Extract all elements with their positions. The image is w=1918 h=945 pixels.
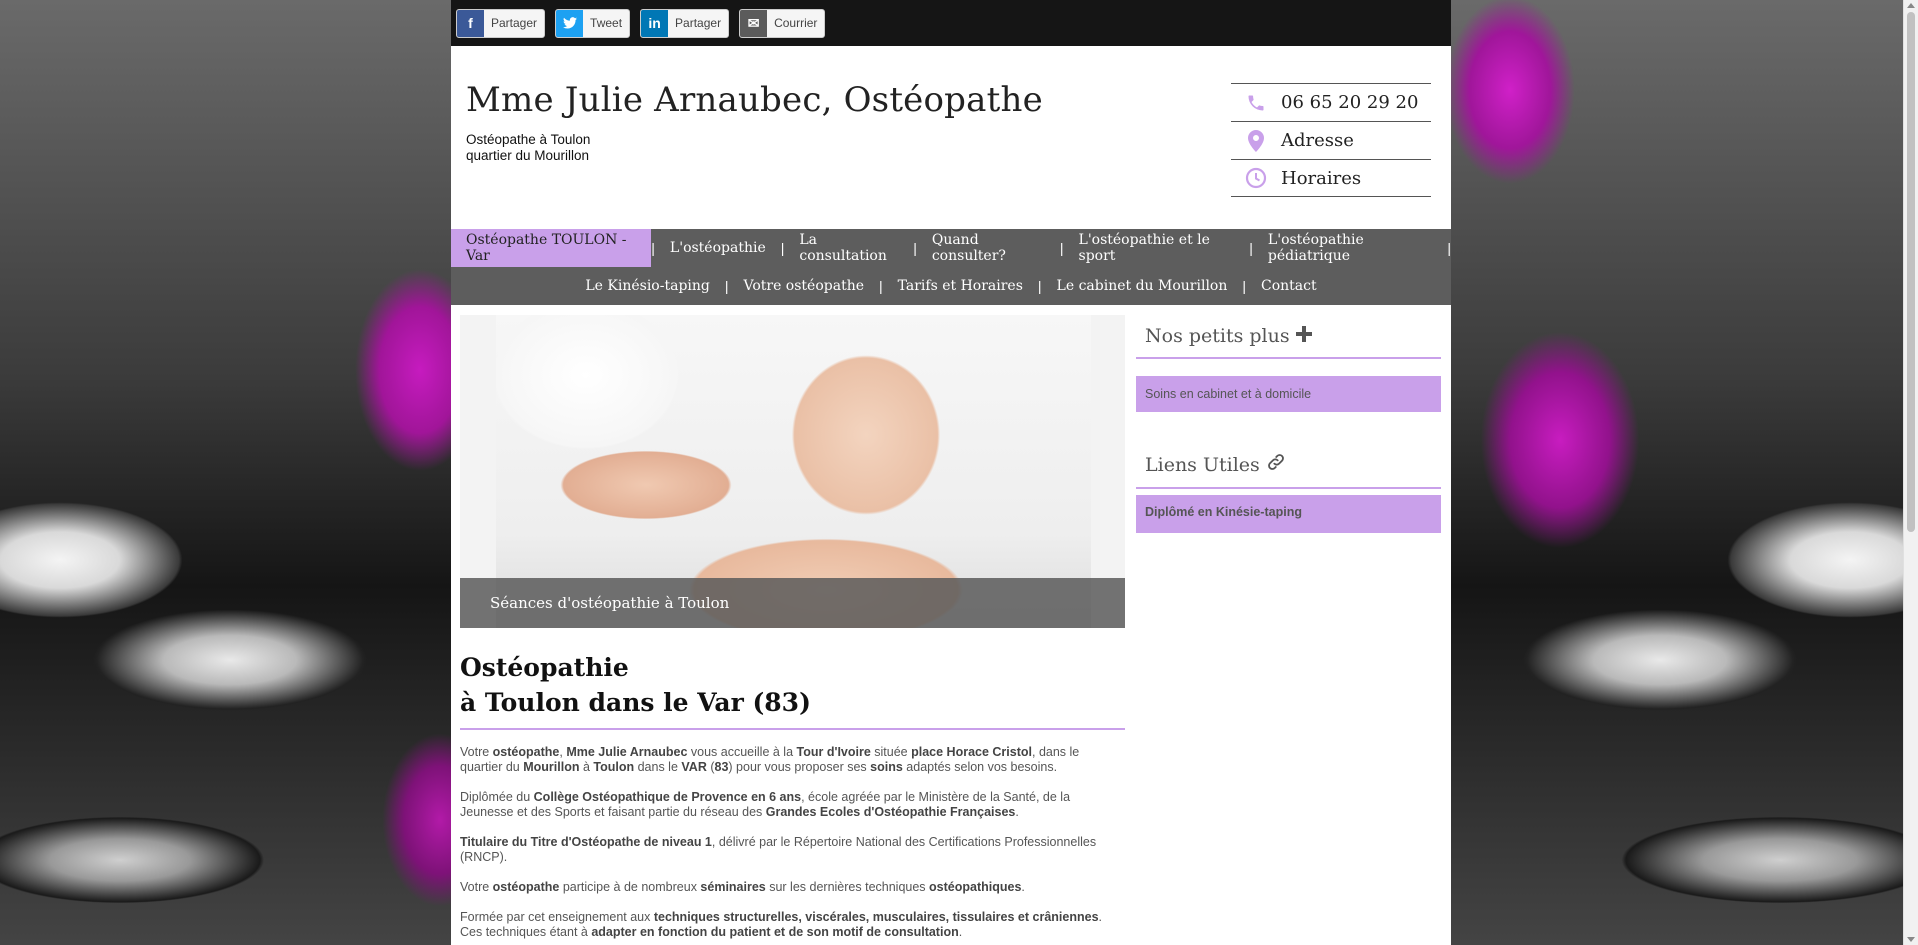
sidebar-title-petits-plus-label: Nos petits plus [1145, 325, 1290, 347]
contact-hours[interactable]: Horaires [1231, 159, 1431, 197]
nav-item-consultation[interactable]: La consultation [784, 229, 913, 267]
nav-item-sport[interactable]: L'ostéopathie et le sport [1064, 229, 1250, 267]
nav-separator: | [1447, 240, 1451, 256]
nav-row-2: Le Kinésio-taping | Votre ostéopathe | T… [451, 267, 1451, 305]
intro-paragraph-5: Formée par cet enseignement aux techniqu… [460, 910, 1103, 939]
intro-paragraph-3: Titulaire du Titre d'Ostéopathe de nivea… [460, 835, 1097, 864]
intro-paragraph-2: Diplômée du Collège Ostéopathique de Pro… [460, 790, 1071, 819]
share-facebook-label: Partager [491, 16, 538, 30]
page-container: Mme Julie Arnaubec, Ostéopathe Ostéopath… [451, 46, 1451, 945]
main-nav: Ostéopathe TOULON - Var | L'ostéopathie … [451, 229, 1451, 305]
map-pin-icon [1231, 129, 1281, 152]
site-subtitle: Ostéopathe à Toulon quartier du Mourillo… [466, 132, 590, 164]
subtitle-line-1: Ostéopathe à Toulon [466, 132, 591, 147]
main-heading: Ostéopathie à Toulon dans le Var (83) [460, 650, 1125, 730]
sidebar-item-kinesio-link[interactable]: Diplômé en Kinésie-taping [1136, 495, 1441, 533]
scroll-thumb[interactable] [1907, 12, 1915, 532]
nav-item-cabinet[interactable]: Le cabinet du Mourillon [1042, 267, 1243, 305]
address-label: Adresse [1281, 130, 1354, 151]
linkedin-icon: in [641, 9, 669, 37]
contact-box: 06 65 20 29 20 Adresse Horaires [1231, 83, 1431, 197]
nav-item-votre-osteopathe[interactable]: Votre ostéopathe [729, 267, 880, 305]
nav-row-1: Ostéopathe TOULON - Var | L'ostéopathie … [451, 229, 1451, 267]
hero-slider[interactable]: Séances d'ostéopathie à Toulon [460, 315, 1125, 628]
mail-icon: ✉ [740, 9, 768, 37]
twitter-icon [556, 9, 584, 37]
share-twitter-button[interactable]: Tweet [555, 8, 631, 38]
hero-caption: Séances d'ostéopathie à Toulon [460, 578, 1125, 628]
page-scrollbar[interactable] [1903, 0, 1918, 945]
sidebar-title-liens: Liens Utiles [1136, 442, 1441, 489]
link-icon [1266, 452, 1286, 477]
nav-item-contact[interactable]: Contact [1246, 267, 1332, 305]
nav-item-tarifs[interactable]: Tarifs et Horaires [883, 267, 1038, 305]
share-linkedin-label: Partager [675, 16, 722, 30]
facebook-icon: f [457, 9, 484, 37]
nav-item-kinesio[interactable]: Le Kinésio-taping [570, 267, 724, 305]
main-heading-line-1: Ostéopathie [460, 653, 629, 682]
main-column: Séances d'ostéopathie à Toulon Ostéopath… [460, 315, 1125, 940]
site-header: Mme Julie Arnaubec, Ostéopathe Ostéopath… [451, 46, 1451, 229]
phone-icon [1231, 93, 1281, 113]
scroll-up-arrow-icon[interactable] [1907, 3, 1915, 8]
sidebar: Nos petits plus Soins en cabinet et à do… [1136, 315, 1441, 533]
plus-icon [1295, 325, 1312, 347]
clock-icon [1231, 167, 1281, 189]
hours-label: Horaires [1281, 167, 1362, 189]
sidebar-title-petits-plus: Nos petits plus [1136, 315, 1441, 359]
phone-number: 06 65 20 29 20 [1281, 92, 1419, 113]
sidebar-item-soins[interactable]: Soins en cabinet et à domicile [1136, 376, 1441, 412]
contact-address[interactable]: Adresse [1231, 121, 1431, 159]
share-twitter-label: Tweet [590, 16, 623, 30]
share-facebook-button[interactable]: f Partager [456, 8, 546, 38]
share-mail-label: Courrier [774, 16, 818, 30]
nav-item-osteopathie[interactable]: L'ostéopathie [655, 229, 781, 267]
share-bar: f Partager Tweet in Partager ✉ Courrier [451, 0, 1451, 46]
share-linkedin-button[interactable]: in Partager [640, 8, 730, 38]
contact-phone[interactable]: 06 65 20 29 20 [1231, 83, 1431, 121]
sidebar-title-liens-label: Liens Utiles [1145, 453, 1260, 476]
nav-item-quand-consulter[interactable]: Quand consulter? [917, 229, 1060, 267]
share-mail-button[interactable]: ✉ Courrier [739, 8, 826, 38]
nav-item-pediatrique[interactable]: L'ostéopathie pédiatrique [1253, 229, 1447, 267]
site-title[interactable]: Mme Julie Arnaubec, Ostéopathe [466, 80, 1043, 120]
nav-item-home[interactable]: Ostéopathe TOULON - Var [451, 229, 652, 267]
intro-paragraph-1: Votre ostéopathe, Mme Julie Arnaubec vou… [460, 745, 1080, 774]
intro-paragraph-4: Votre ostéopathe participe à de nombreux… [460, 880, 1025, 894]
subtitle-line-2: quartier du Mourillon [466, 148, 590, 163]
scroll-down-arrow-icon[interactable] [1907, 937, 1915, 942]
main-heading-line-2: à Toulon dans le Var (83) [460, 688, 811, 717]
